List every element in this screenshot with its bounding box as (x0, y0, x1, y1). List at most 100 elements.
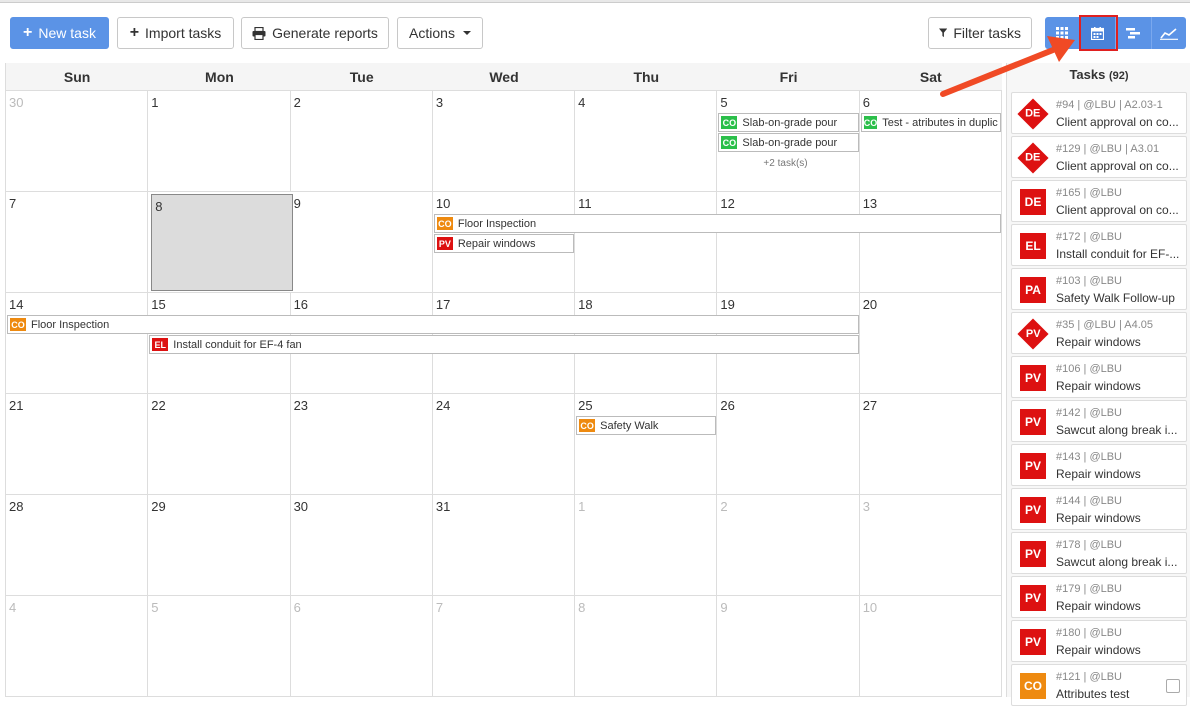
calendar-event[interactable]: CO Floor Inspection (433, 214, 1001, 233)
more-tasks-link[interactable]: +2 task(s) (763, 158, 807, 169)
calendar-day-cell[interactable]: 31 (433, 495, 576, 596)
plus-icon: + (23, 24, 33, 41)
task-card[interactable]: PV #106 | @LBU Repair windows (1011, 356, 1187, 398)
calendar-day-cell[interactable]: 14 (6, 293, 149, 394)
calendar-day-names: Sun Mon Tue Wed Thu Fri Sat (6, 63, 1002, 91)
task-type-badge: CO (720, 135, 739, 150)
calendar-day-cell[interactable]: 1 (575, 495, 718, 596)
calendar-day-cell[interactable]: 30 (291, 495, 433, 596)
calendar-day-cell[interactable]: 2 (717, 495, 860, 596)
task-type-code: PV (1025, 328, 1041, 340)
task-card[interactable]: EL #172 | @LBU Install conduit for EF-... (1011, 224, 1187, 266)
calendar-event[interactable]: CO Test - atributes in duplic (860, 113, 1001, 132)
calendar-day-cell[interactable]: 8 (151, 194, 293, 291)
task-card[interactable]: PV #178 | @LBU Sawcut along break i... (1011, 532, 1187, 574)
task-name: Repair windows (1056, 335, 1141, 349)
task-card[interactable]: PV #142 | @LBU Sawcut along break i... (1011, 400, 1187, 442)
calendar-day-cell[interactable]: 22 (148, 394, 291, 495)
calendar-day-cell[interactable]: 10 (860, 596, 1002, 697)
calendar-event[interactable]: CO Floor Inspection (7, 315, 859, 334)
task-card[interactable]: DE #129 | @LBU | A3.01 Client approval on … (1011, 136, 1187, 178)
calendar-day-cell[interactable]: 1 (148, 91, 291, 192)
calendar-event[interactable]: CO Slab-on-grade pour (718, 113, 859, 132)
task-card[interactable]: PV #143 | @LBU Repair windows (1011, 444, 1187, 486)
filter-icon (939, 28, 948, 38)
day-number: 2 (293, 95, 301, 110)
calendar-day-cell[interactable]: 25 (575, 394, 718, 495)
calendar-day-cell[interactable]: 21 (6, 394, 149, 495)
task-card[interactable]: PV #35 | @LBU | A4.05 Repair windows (1011, 312, 1187, 354)
calendar-day-cell[interactable]: 8 (575, 596, 718, 697)
task-type-code: PV (1024, 459, 1041, 473)
task-card[interactable]: PA #103 | @LBU Safety Walk Follow-up (1011, 268, 1187, 310)
day-number: 31 (435, 499, 451, 514)
calendar-day-cell[interactable]: 7 (433, 596, 576, 697)
task-name: Client approval on co... (1056, 203, 1179, 217)
calendar-day-cell[interactable]: 9 (717, 596, 860, 697)
event-label: Test - atributes in duplic (882, 116, 998, 129)
task-checkbox[interactable] (1166, 679, 1180, 693)
calendar-day-cell[interactable]: 23 (291, 394, 433, 495)
calendar-day-cell[interactable]: 11 (575, 192, 718, 293)
calendar-day-cell[interactable]: 4 (575, 91, 718, 192)
calendar-day-cell[interactable]: 30 (6, 91, 149, 192)
task-card[interactable]: DE #165 | @LBU Client approval on co... (1011, 180, 1187, 222)
day-number: 15 (151, 297, 166, 312)
event-label: Floor Inspection (457, 217, 537, 230)
calendar-day-cell[interactable]: 12 (717, 192, 860, 293)
task-card[interactable]: CO #121 | @LBU Attributes test (1011, 664, 1187, 706)
calendar-day-cell[interactable]: 29 (148, 495, 291, 596)
square-badge-icon: PV (1019, 584, 1047, 612)
task-card[interactable]: DE #94 | @LBU | A2.03-1 Client approval on… (1011, 92, 1187, 134)
calendar-day-cell[interactable]: 9 (291, 192, 433, 293)
calendar-event[interactable]: PV Repair windows (433, 234, 575, 253)
calendar-day-cell[interactable]: 24 (433, 394, 576, 495)
gantt-view-button[interactable] (1116, 17, 1152, 49)
calendar-day-cell[interactable]: 7 (6, 192, 149, 293)
calendar-event[interactable]: CO Safety Walk (576, 416, 717, 435)
day-number: 7 (435, 600, 444, 615)
day-number: 30 (9, 95, 24, 110)
new-task-button[interactable]: + New task (10, 17, 109, 49)
calendar-day-cell[interactable]: 13 (860, 192, 1002, 293)
task-type-code: PV (1024, 591, 1041, 605)
task-meta: #103 | @LBU (1056, 275, 1123, 287)
calendar-day-cell[interactable]: 28 (6, 495, 149, 596)
calendar-event[interactable]: CO Slab-on-grade pour (718, 133, 859, 152)
calendar-day-cell[interactable]: 3 (860, 495, 1002, 596)
generate-reports-button[interactable]: Generate reports (241, 17, 389, 49)
day-number: 20 (862, 297, 878, 312)
plus-icon: + (129, 24, 140, 41)
day-number: 24 (435, 398, 451, 413)
task-meta: #172 | @LBU (1056, 231, 1123, 243)
calendar-day-cell[interactable]: 5 (148, 596, 291, 697)
calendar-day-cell[interactable]: 6 (860, 91, 1002, 192)
chart-view-button[interactable] (1151, 17, 1186, 49)
task-type-code: DE (1025, 152, 1041, 164)
calendar-day-cell[interactable]: 3 (433, 91, 576, 192)
day-number: 25 (578, 398, 593, 413)
day-number: 13 (862, 196, 878, 211)
day-number: 7 (9, 196, 17, 211)
import-tasks-button[interactable]: + Import tasks (117, 17, 234, 49)
grid-view-button[interactable] (1045, 17, 1081, 49)
task-type-badge: CO (435, 216, 454, 231)
task-card[interactable]: PV #144 | @LBU Repair windows (1011, 488, 1187, 530)
task-card[interactable]: PV #179 | @LBU Repair windows (1011, 576, 1187, 618)
calendar-day-cell[interactable]: 26 (717, 394, 860, 495)
calendar-day-cell[interactable]: 20 (860, 293, 1002, 394)
task-sidebar: Tasks (92) DE #94 | @LBU | A2.03-1 Client … (1006, 63, 1190, 706)
calendar-event[interactable]: EL Install conduit for EF-4 fan (149, 335, 859, 354)
calendar-day-cell[interactable]: 4 (6, 596, 149, 697)
day-number: 30 (293, 499, 309, 514)
caret-down-icon (462, 31, 471, 35)
calendar-day-cell[interactable]: 27 (860, 394, 1002, 495)
task-name: Safety Walk Follow-up (1056, 291, 1175, 305)
calendar-view-button[interactable] (1078, 15, 1118, 51)
actions-dropdown[interactable]: Actions (397, 17, 483, 49)
calendar-day-cell[interactable]: 2 (291, 91, 433, 192)
filter-tasks-button[interactable]: Filter tasks (928, 17, 1032, 49)
day-number: 26 (720, 398, 735, 413)
task-card[interactable]: PV #180 | @LBU Repair windows (1011, 620, 1187, 662)
calendar-day-cell[interactable]: 6 (291, 596, 433, 697)
